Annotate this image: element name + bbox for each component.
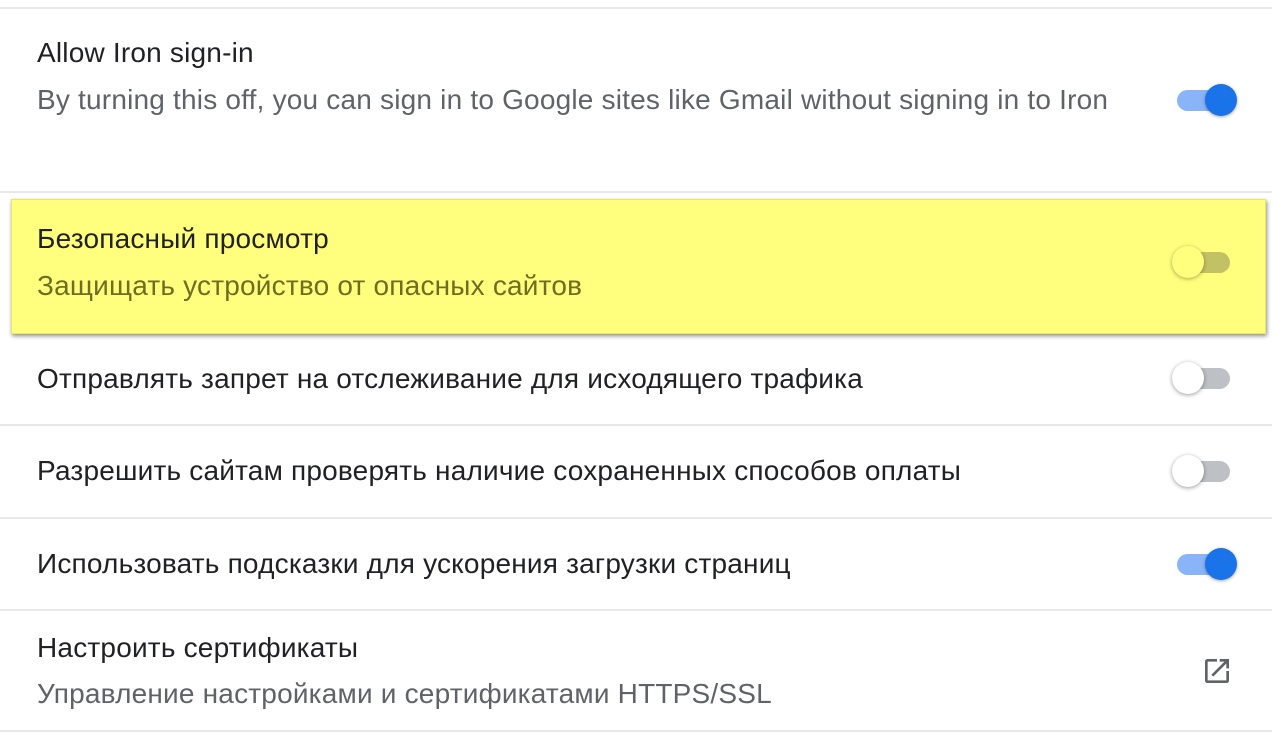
- preload-pages-toggle[interactable]: [1177, 546, 1239, 582]
- certificates-title: Настроить сертификаты: [37, 632, 359, 663]
- preload-pages-title: Использовать подсказки для ускорения заг…: [37, 548, 791, 579]
- safe-browsing-subtitle: Защищать устройство от опасных сайтов: [37, 270, 583, 301]
- iron-signin-toggle[interactable]: [1177, 82, 1239, 118]
- toggle-knob: [1172, 362, 1204, 394]
- open-in-new-icon[interactable]: [1201, 655, 1233, 687]
- certificates-subtitle: Управление настройками и сертификатами H…: [37, 678, 772, 709]
- safe-browsing-toggle[interactable]: [1172, 244, 1234, 280]
- payment-methods-toggle[interactable]: [1172, 453, 1234, 489]
- setting-row-iron-signin[interactable]: Allow Iron sign-in By turning this off, …: [0, 9, 1272, 192]
- safe-browsing-title: Безопасный просмотр: [37, 223, 329, 254]
- toggle-knob: [1205, 548, 1237, 580]
- do-not-track-toggle[interactable]: [1172, 360, 1234, 396]
- setting-row-preload-pages[interactable]: Использовать подсказки для ускорения заг…: [0, 519, 1272, 609]
- iron-signin-subtitle: By turning this off, you can sign in to …: [37, 84, 1109, 115]
- setting-row-do-not-track[interactable]: Отправлять запрет на отслеживание для ис…: [0, 335, 1272, 425]
- iron-signin-title: Allow Iron sign-in: [37, 37, 254, 68]
- toggle-knob: [1205, 84, 1237, 116]
- setting-row-certificates[interactable]: Настроить сертификаты Управление настрой…: [0, 611, 1272, 731]
- setting-row-payment-methods[interactable]: Разрешить сайтам проверять наличие сохра…: [0, 426, 1272, 517]
- divider: [0, 730, 1272, 732]
- toggle-knob: [1172, 246, 1204, 278]
- payment-methods-title: Разрешить сайтам проверять наличие сохра…: [37, 455, 962, 486]
- privacy-settings-page: Allow Iron sign-in By turning this off, …: [0, 0, 1272, 733]
- toggle-knob: [1172, 455, 1204, 487]
- safe-browsing-highlight[interactable]: Безопасный просмотр Защищать устройство …: [11, 199, 1266, 334]
- do-not-track-title: Отправлять запрет на отслеживание для ис…: [37, 363, 863, 394]
- divider: [0, 191, 1272, 193]
